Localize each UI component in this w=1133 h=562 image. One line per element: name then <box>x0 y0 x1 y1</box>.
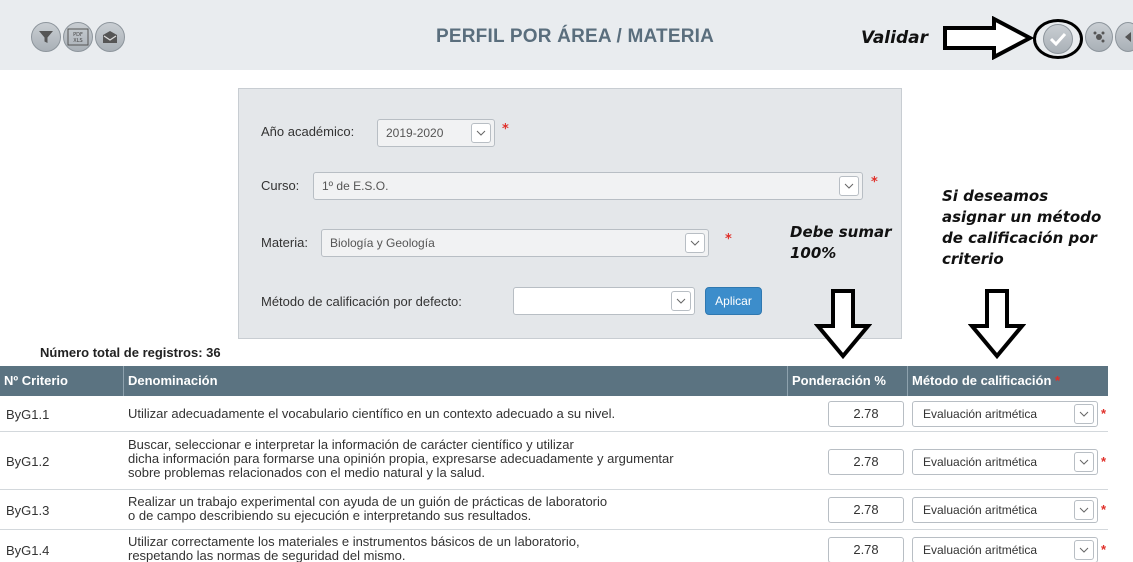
required-mark: * <box>502 122 509 137</box>
validate-button[interactable] <box>1033 19 1083 59</box>
denominacion-line: respetando las normas de seguridad del m… <box>128 548 406 562</box>
curso-label: Curso: <box>261 178 300 193</box>
page-title: PERFIL POR ÁREA / MATERIA <box>436 26 715 47</box>
required-mark: * <box>725 232 732 247</box>
annotation-line: 100% <box>790 244 837 262</box>
header-metodo-label: Método de calificación <box>912 373 1052 388</box>
criterio-id: ByG1.3 <box>6 503 50 518</box>
chevron-down-icon <box>1074 452 1094 472</box>
metodo-default-label: Método de calificación por defecto: <box>261 294 462 309</box>
required-mark: * <box>1101 406 1107 421</box>
table-header: Nº Criterio Denominación Ponderación % M… <box>0 366 1108 396</box>
denominacion: Utilizar adecuadamente el vocabulario ci… <box>128 407 615 421</box>
required-mark: * <box>1055 373 1061 388</box>
annotation-debe-sumar: Debe sumar 100% <box>790 222 892 264</box>
arrow-down-annotation-icon <box>968 289 1026 360</box>
metodo-value: Evaluación aritmética <box>923 455 1038 469</box>
apply-button[interactable]: Aplicar <box>705 287 762 315</box>
metodo-default-select[interactable] <box>513 287 695 315</box>
table-row: ByG1.4 Utilizar correctamente los materi… <box>0 530 1108 562</box>
header-metodo[interactable]: Método de calificación * <box>908 366 1108 396</box>
ponderacion-input[interactable]: 2.78 <box>828 449 904 475</box>
table-row: ByG1.2 Buscar, seleccionar e interpretar… <box>0 432 1108 490</box>
filter-panel: Año académico: 2019-2020 * Curso: 1º de … <box>238 88 902 339</box>
chevron-down-icon <box>685 233 705 253</box>
denominacion-line: sobre problemas relacionados con el medi… <box>128 465 485 480</box>
materia-select[interactable]: Biología y Geología <box>321 229 709 257</box>
header-denominacion[interactable]: Denominación <box>124 366 788 396</box>
annotation-line: criterio <box>942 250 1004 268</box>
required-mark: * <box>1101 542 1107 557</box>
svg-text:XLS: XLS <box>73 38 82 44</box>
denominacion: Utilizar correctamente los materiales e … <box>128 535 580 562</box>
header-ponderacion[interactable]: Ponderación % <box>788 366 908 396</box>
validate-check-icon <box>1043 24 1073 54</box>
metodo-select[interactable]: Evaluación aritmética <box>912 449 1098 475</box>
ponderacion-input[interactable]: 2.78 <box>828 537 904 562</box>
denominacion: Buscar, seleccionar e interpretar la inf… <box>128 438 674 480</box>
arrow-down-annotation-icon <box>814 289 872 360</box>
metodo-value: Evaluación aritmética <box>923 407 1038 421</box>
mail-icon[interactable] <box>95 22 125 52</box>
back-icon[interactable] <box>1115 22 1133 52</box>
metodo-value: Evaluación aritmética <box>923 543 1038 557</box>
criterio-id: ByG1.2 <box>6 454 50 469</box>
chevron-down-icon <box>1074 500 1094 520</box>
metodo-select[interactable]: Evaluación aritmética <box>912 537 1098 562</box>
chevron-down-icon <box>671 291 691 311</box>
settings-icon[interactable] <box>1085 22 1113 52</box>
required-mark: * <box>871 175 878 190</box>
criterio-id: ByG1.1 <box>6 407 50 422</box>
ponderacion-input[interactable]: 2.78 <box>828 401 904 427</box>
ponderacion-input[interactable]: 2.78 <box>828 497 904 523</box>
annotation-line: asignar un método <box>942 208 1102 226</box>
chevron-down-icon <box>1074 540 1094 560</box>
annotation-validar: Validar <box>861 28 928 48</box>
arrow-right-annotation-icon <box>943 16 1034 60</box>
anio-select[interactable]: 2019-2020 <box>377 119 495 147</box>
metodo-select[interactable]: Evaluación aritmética <box>912 497 1098 523</box>
table-row: ByG1.3 Realizar un trabajo experimental … <box>0 490 1108 530</box>
curso-select[interactable]: 1º de E.S.O. <box>313 172 863 200</box>
header-bar: PDF XLS PERFIL POR ÁREA / MATERIA Validar <box>0 0 1133 70</box>
required-mark: * <box>1101 502 1107 517</box>
denominacion-line: Utilizar adecuadamente el vocabulario ci… <box>128 406 616 421</box>
denominacion-line: Realizar un trabajo experimental con ayu… <box>128 494 608 509</box>
annotation-line: Debe sumar <box>790 223 892 241</box>
metodo-value: Evaluación aritmética <box>923 503 1038 517</box>
metodo-select[interactable]: Evaluación aritmética <box>912 401 1098 427</box>
annotation-line: Si deseamos <box>942 187 1049 205</box>
annotation-line: de calificación por <box>942 229 1097 247</box>
annotation-metodo: Si deseamos asignar un método de calific… <box>942 186 1101 270</box>
criterio-id: ByG1.4 <box>6 543 50 558</box>
table-row: ByG1.1 Utilizar adecuadamente el vocabul… <box>0 396 1108 432</box>
materia-label: Materia: <box>261 235 308 250</box>
denominacion: Realizar un trabajo experimental con ayu… <box>128 495 607 523</box>
total-records: Número total de registros: 36 <box>40 345 221 360</box>
pdf-xls-export-icon[interactable]: PDF XLS <box>63 22 93 52</box>
denominacion-line: Utilizar correctamente los materiales e … <box>128 534 580 549</box>
curso-value: 1º de E.S.O. <box>322 179 389 193</box>
anio-value: 2019-2020 <box>386 126 444 140</box>
chevron-down-icon <box>471 123 491 143</box>
header-criterio[interactable]: Nº Criterio <box>0 366 124 396</box>
denominacion-line: dicha información para formarse una opin… <box>128 451 674 466</box>
chevron-down-icon <box>839 176 859 196</box>
denominacion-line: o de campo describiendo su ejecución e i… <box>128 508 532 523</box>
required-mark: * <box>1101 454 1107 469</box>
chevron-down-icon <box>1074 404 1094 424</box>
filter-icon[interactable] <box>31 22 61 52</box>
materia-value: Biología y Geología <box>330 236 435 250</box>
denominacion-line: Buscar, seleccionar e interpretar la inf… <box>128 437 574 452</box>
anio-label: Año académico: <box>261 124 355 139</box>
